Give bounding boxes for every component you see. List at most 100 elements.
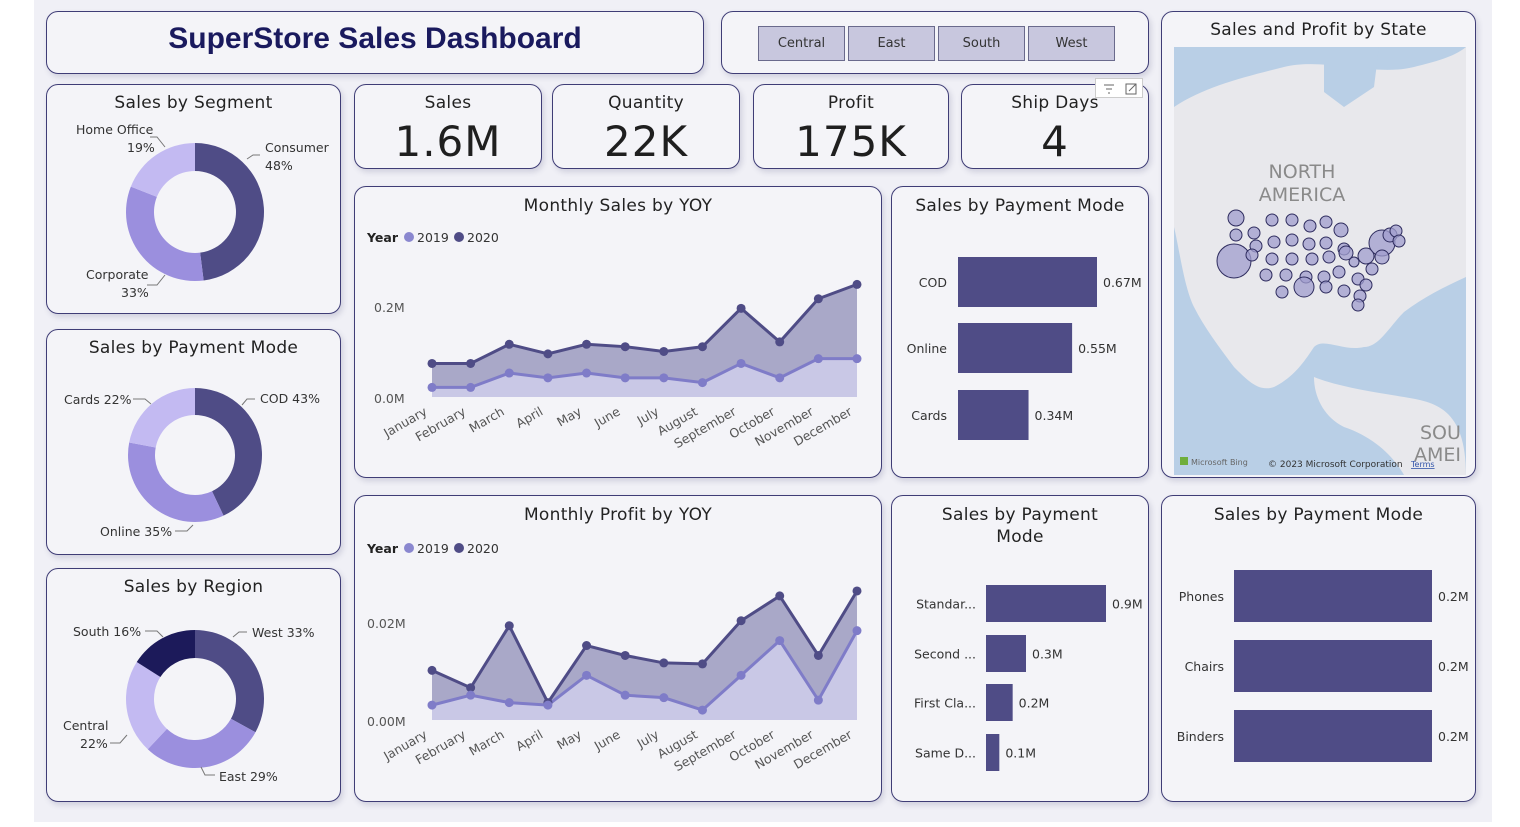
- point-2020[interactable]: [659, 658, 669, 668]
- region-button-east[interactable]: East: [848, 26, 935, 61]
- point-2020[interactable]: [620, 650, 630, 660]
- bar[interactable]: [1234, 710, 1432, 762]
- state-bubble[interactable]: [1227, 209, 1245, 227]
- bar[interactable]: [986, 684, 1013, 721]
- state-bubble[interactable]: [1303, 219, 1317, 233]
- state-bubble[interactable]: [1259, 268, 1273, 282]
- state-bubble[interactable]: [1279, 268, 1293, 282]
- point-2020[interactable]: [504, 339, 514, 349]
- point-2020[interactable]: [543, 349, 553, 359]
- point-2020[interactable]: [504, 621, 514, 631]
- state-bubble[interactable]: [1216, 243, 1252, 279]
- point-2019[interactable]: [736, 358, 746, 368]
- point-2019[interactable]: [775, 373, 785, 383]
- map-view[interactable]: NORTH AMERICA SOU AMEI Microsoft Bing © …: [1174, 47, 1466, 475]
- state-bubble[interactable]: [1285, 233, 1299, 247]
- state-bubble[interactable]: [1302, 237, 1316, 251]
- point-2019[interactable]: [852, 354, 862, 364]
- map-terms-link[interactable]: Terms: [1410, 460, 1435, 469]
- legend-label[interactable]: 2019: [417, 541, 449, 556]
- region-button-central[interactable]: Central: [758, 26, 845, 61]
- region-button-west[interactable]: West: [1028, 26, 1115, 61]
- region-button-south[interactable]: South: [938, 26, 1025, 61]
- point-2020[interactable]: [736, 303, 746, 313]
- point-2019[interactable]: [813, 695, 823, 705]
- point-2019[interactable]: [543, 700, 553, 710]
- point-2020[interactable]: [736, 616, 746, 626]
- point-2019[interactable]: [543, 373, 553, 383]
- payment-slice[interactable]: [128, 442, 224, 522]
- bar[interactable]: [986, 734, 1000, 771]
- point-2020[interactable]: [852, 586, 862, 596]
- point-2019[interactable]: [620, 373, 630, 383]
- point-2019[interactable]: [775, 636, 785, 646]
- point-2020[interactable]: [427, 665, 437, 675]
- bar[interactable]: [958, 390, 1029, 440]
- bar[interactable]: [1234, 640, 1432, 692]
- state-bubble[interactable]: [1275, 285, 1289, 299]
- point-2019[interactable]: [427, 382, 437, 392]
- state-bubble[interactable]: [1392, 234, 1406, 248]
- legend-label[interactable]: 2019: [417, 230, 449, 245]
- point-2019[interactable]: [582, 670, 592, 680]
- payment-slice[interactable]: [129, 388, 195, 448]
- state-bubble[interactable]: [1348, 256, 1360, 268]
- state-bubble[interactable]: [1267, 235, 1281, 249]
- point-2020[interactable]: [852, 279, 862, 289]
- point-2019[interactable]: [659, 373, 669, 383]
- state-bubble[interactable]: [1359, 278, 1373, 292]
- point-2019[interactable]: [427, 700, 437, 710]
- point-2019[interactable]: [813, 354, 823, 364]
- filter-icon[interactable]: [1096, 79, 1144, 99]
- state-bubble[interactable]: [1247, 226, 1261, 240]
- state-bubble[interactable]: [1319, 280, 1333, 294]
- point-2020[interactable]: [659, 346, 669, 356]
- point-2019[interactable]: [852, 626, 862, 636]
- segment-slice[interactable]: [195, 143, 265, 281]
- state-bubble[interactable]: [1319, 215, 1333, 229]
- point-2019[interactable]: [736, 670, 746, 680]
- point-2019[interactable]: [620, 690, 630, 700]
- region-slice[interactable]: [195, 630, 264, 733]
- point-2019[interactable]: [697, 705, 707, 715]
- state-bubble[interactable]: [1245, 248, 1259, 262]
- bar[interactable]: [986, 635, 1026, 672]
- point-2020[interactable]: [813, 294, 823, 304]
- point-2020[interactable]: [813, 650, 823, 660]
- state-bubble[interactable]: [1365, 262, 1379, 276]
- state-bubble[interactable]: [1319, 236, 1333, 250]
- point-2020[interactable]: [466, 358, 476, 368]
- region-donut-slices[interactable]: [125, 630, 264, 768]
- point-2020[interactable]: [697, 342, 707, 352]
- point-2020[interactable]: [427, 358, 437, 368]
- state-bubble[interactable]: [1374, 249, 1390, 265]
- point-2020[interactable]: [775, 591, 785, 601]
- state-bubble[interactable]: [1337, 284, 1351, 298]
- state-bubble[interactable]: [1332, 265, 1346, 279]
- point-2020[interactable]: [582, 641, 592, 651]
- point-2020[interactable]: [775, 337, 785, 347]
- state-bubble[interactable]: [1285, 252, 1299, 266]
- state-bubble[interactable]: [1322, 250, 1336, 264]
- state-bubble[interactable]: [1229, 228, 1243, 242]
- state-bubble[interactable]: [1333, 222, 1349, 238]
- state-bubble[interactable]: [1293, 276, 1315, 298]
- payment-donut-slices[interactable]: [128, 388, 262, 522]
- legend-label[interactable]: 2020: [467, 541, 499, 556]
- state-bubble[interactable]: [1265, 213, 1279, 227]
- segment-donut-slices[interactable]: [125, 143, 265, 281]
- bar[interactable]: [958, 257, 1097, 307]
- state-bubble[interactable]: [1285, 213, 1299, 227]
- point-2019[interactable]: [582, 368, 592, 378]
- state-bubble[interactable]: [1351, 298, 1365, 312]
- bar[interactable]: [1234, 570, 1432, 622]
- point-2019[interactable]: [659, 693, 669, 703]
- point-2020[interactable]: [582, 339, 592, 349]
- point-2020[interactable]: [697, 659, 707, 669]
- legend-label[interactable]: 2020: [467, 230, 499, 245]
- point-2020[interactable]: [620, 342, 630, 352]
- state-bubble[interactable]: [1265, 252, 1279, 266]
- point-2019[interactable]: [466, 382, 476, 392]
- point-2019[interactable]: [466, 690, 476, 700]
- point-2019[interactable]: [504, 698, 514, 708]
